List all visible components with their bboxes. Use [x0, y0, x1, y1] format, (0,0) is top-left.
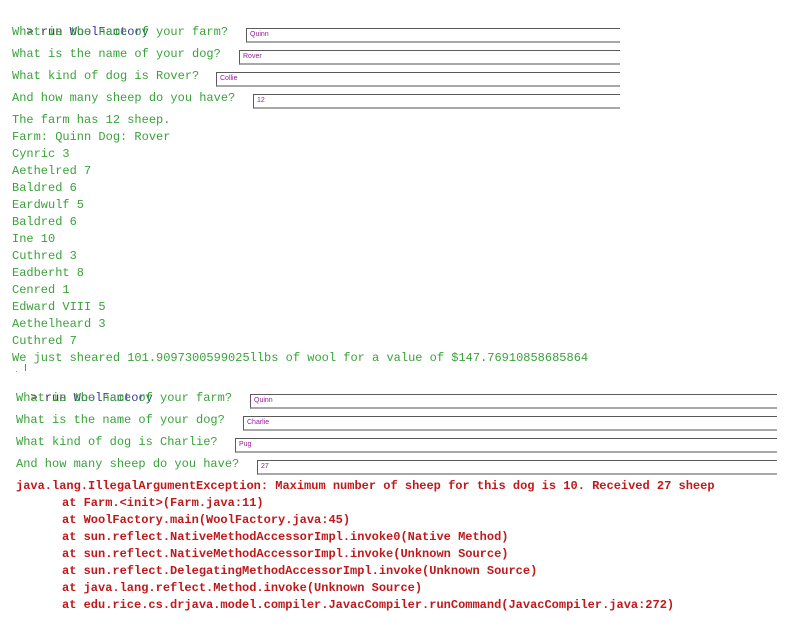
- input-farm-name[interactable]: Quinn: [246, 28, 620, 43]
- stack-frame: at sun.reflect.DelegatingMethodAccessorI…: [62, 564, 538, 578]
- output-line: Cuthred 3: [12, 249, 77, 263]
- question-farm: What is the name of your farm?: [16, 391, 233, 405]
- output-line: Baldred 6: [12, 181, 77, 195]
- input-farm-name[interactable]: Quinn: [250, 394, 777, 409]
- output-line: Eadberht 8: [12, 266, 85, 280]
- input-dog-name[interactable]: Rover: [239, 50, 620, 65]
- input-dog-kind[interactable]: Collie: [216, 72, 620, 87]
- question-dog-kind: What kind of dog is Charlie?: [16, 435, 218, 449]
- stack-frame: at edu.rice.cs.drjava.model.compiler.Jav…: [62, 598, 675, 612]
- output-line: Baldred 6: [12, 215, 77, 229]
- output-line: Cuthred 7: [12, 334, 77, 348]
- input-dog-name[interactable]: Charlie: [243, 416, 777, 431]
- exception-message: java.lang.IllegalArgumentException: Maxi…: [16, 479, 715, 493]
- stack-frame: at WoolFactory.main(WoolFactory.java:45): [62, 513, 351, 527]
- stack-frame: at sun.reflect.NativeMethodAccessorImpl.…: [62, 530, 509, 544]
- stack-frame: at Farm.<init>(Farm.java:11): [62, 496, 264, 510]
- command-line-2: > run WoolFactory: [16, 373, 152, 405]
- question-sheep-count: And how many sheep do you have?: [16, 457, 240, 471]
- question-farm: What is the name of your farm?: [12, 25, 229, 39]
- question-dog-name: What is the name of your dog?: [16, 413, 225, 427]
- output-line: Edward VIII 5: [12, 300, 106, 314]
- output-line: Eardwulf 5: [12, 198, 85, 212]
- output-line: We just sheared 101.9097300599025llbs of…: [12, 351, 589, 365]
- question-sheep-count: And how many sheep do you have?: [12, 91, 236, 105]
- output-line: Farm: Quinn Dog: Rover: [12, 130, 171, 144]
- output-line: Cenred 1: [12, 283, 70, 297]
- output-line: Ine 10: [12, 232, 56, 246]
- text-cursor: [25, 364, 26, 371]
- input-dog-kind[interactable]: Pug: [235, 438, 777, 453]
- caret-dot: [16, 371, 17, 372]
- output-line: Cynric 3: [12, 147, 70, 161]
- output-line: Aethelred 7: [12, 164, 92, 178]
- question-dog-name: What is the name of your dog?: [12, 47, 221, 61]
- stack-frame: at java.lang.reflect.Method.invoke(Unkno…: [62, 581, 423, 595]
- stack-frame: at sun.reflect.NativeMethodAccessorImpl.…: [62, 547, 509, 561]
- input-sheep-count[interactable]: 27: [257, 460, 777, 475]
- question-dog-kind: What kind of dog is Rover?: [12, 69, 200, 83]
- input-sheep-count[interactable]: 12: [253, 94, 620, 109]
- output-line: The farm has 12 sheep.: [12, 113, 171, 127]
- command-line-1: > run WoolFactory: [12, 7, 148, 39]
- output-line: Aethelheard 3: [12, 317, 106, 331]
